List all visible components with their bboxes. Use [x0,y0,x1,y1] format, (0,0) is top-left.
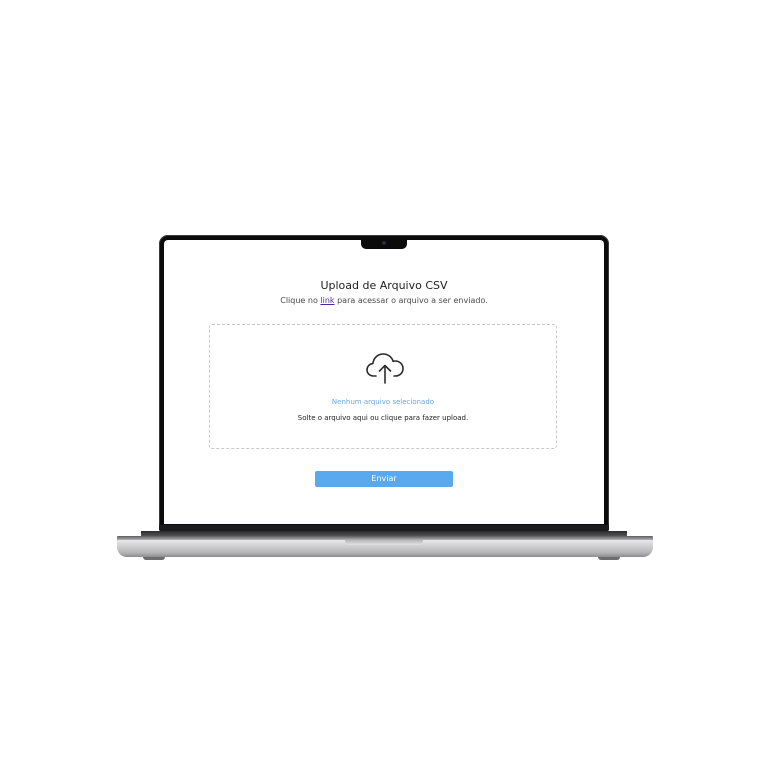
camera-icon [382,241,386,245]
submit-button[interactable]: Enviar [315,471,453,487]
cloud-upload-icon [366,353,404,384]
file-link[interactable]: link [320,296,334,305]
laptop-foot-left [143,557,165,560]
subtitle-prefix: Clique no [280,296,321,305]
laptop-screen: Upload de Arquivo CSV Clique no link par… [164,240,604,524]
laptop-foot-right [598,557,620,560]
laptop-lid: Upload de Arquivo CSV Clique no link par… [159,235,609,531]
file-status-text: Nenhum arquivo selecionado [331,398,435,406]
camera-notch [361,239,407,249]
page-subtitle: Clique no link para acessar o arquivo a … [164,296,604,305]
laptop-mockup: Upload de Arquivo CSV Clique no link par… [0,0,768,768]
page-title: Upload de Arquivo CSV [320,279,448,292]
subtitle-suffix: para acessar o arquivo a ser enviado. [334,296,488,305]
dropzone-hint: Solte o arquivo aqui ou clique para faze… [297,414,469,422]
laptop-thumb-notch [345,540,423,545]
file-dropzone[interactable]: Nenhum arquivo selecionado Solte o arqui… [209,324,557,449]
